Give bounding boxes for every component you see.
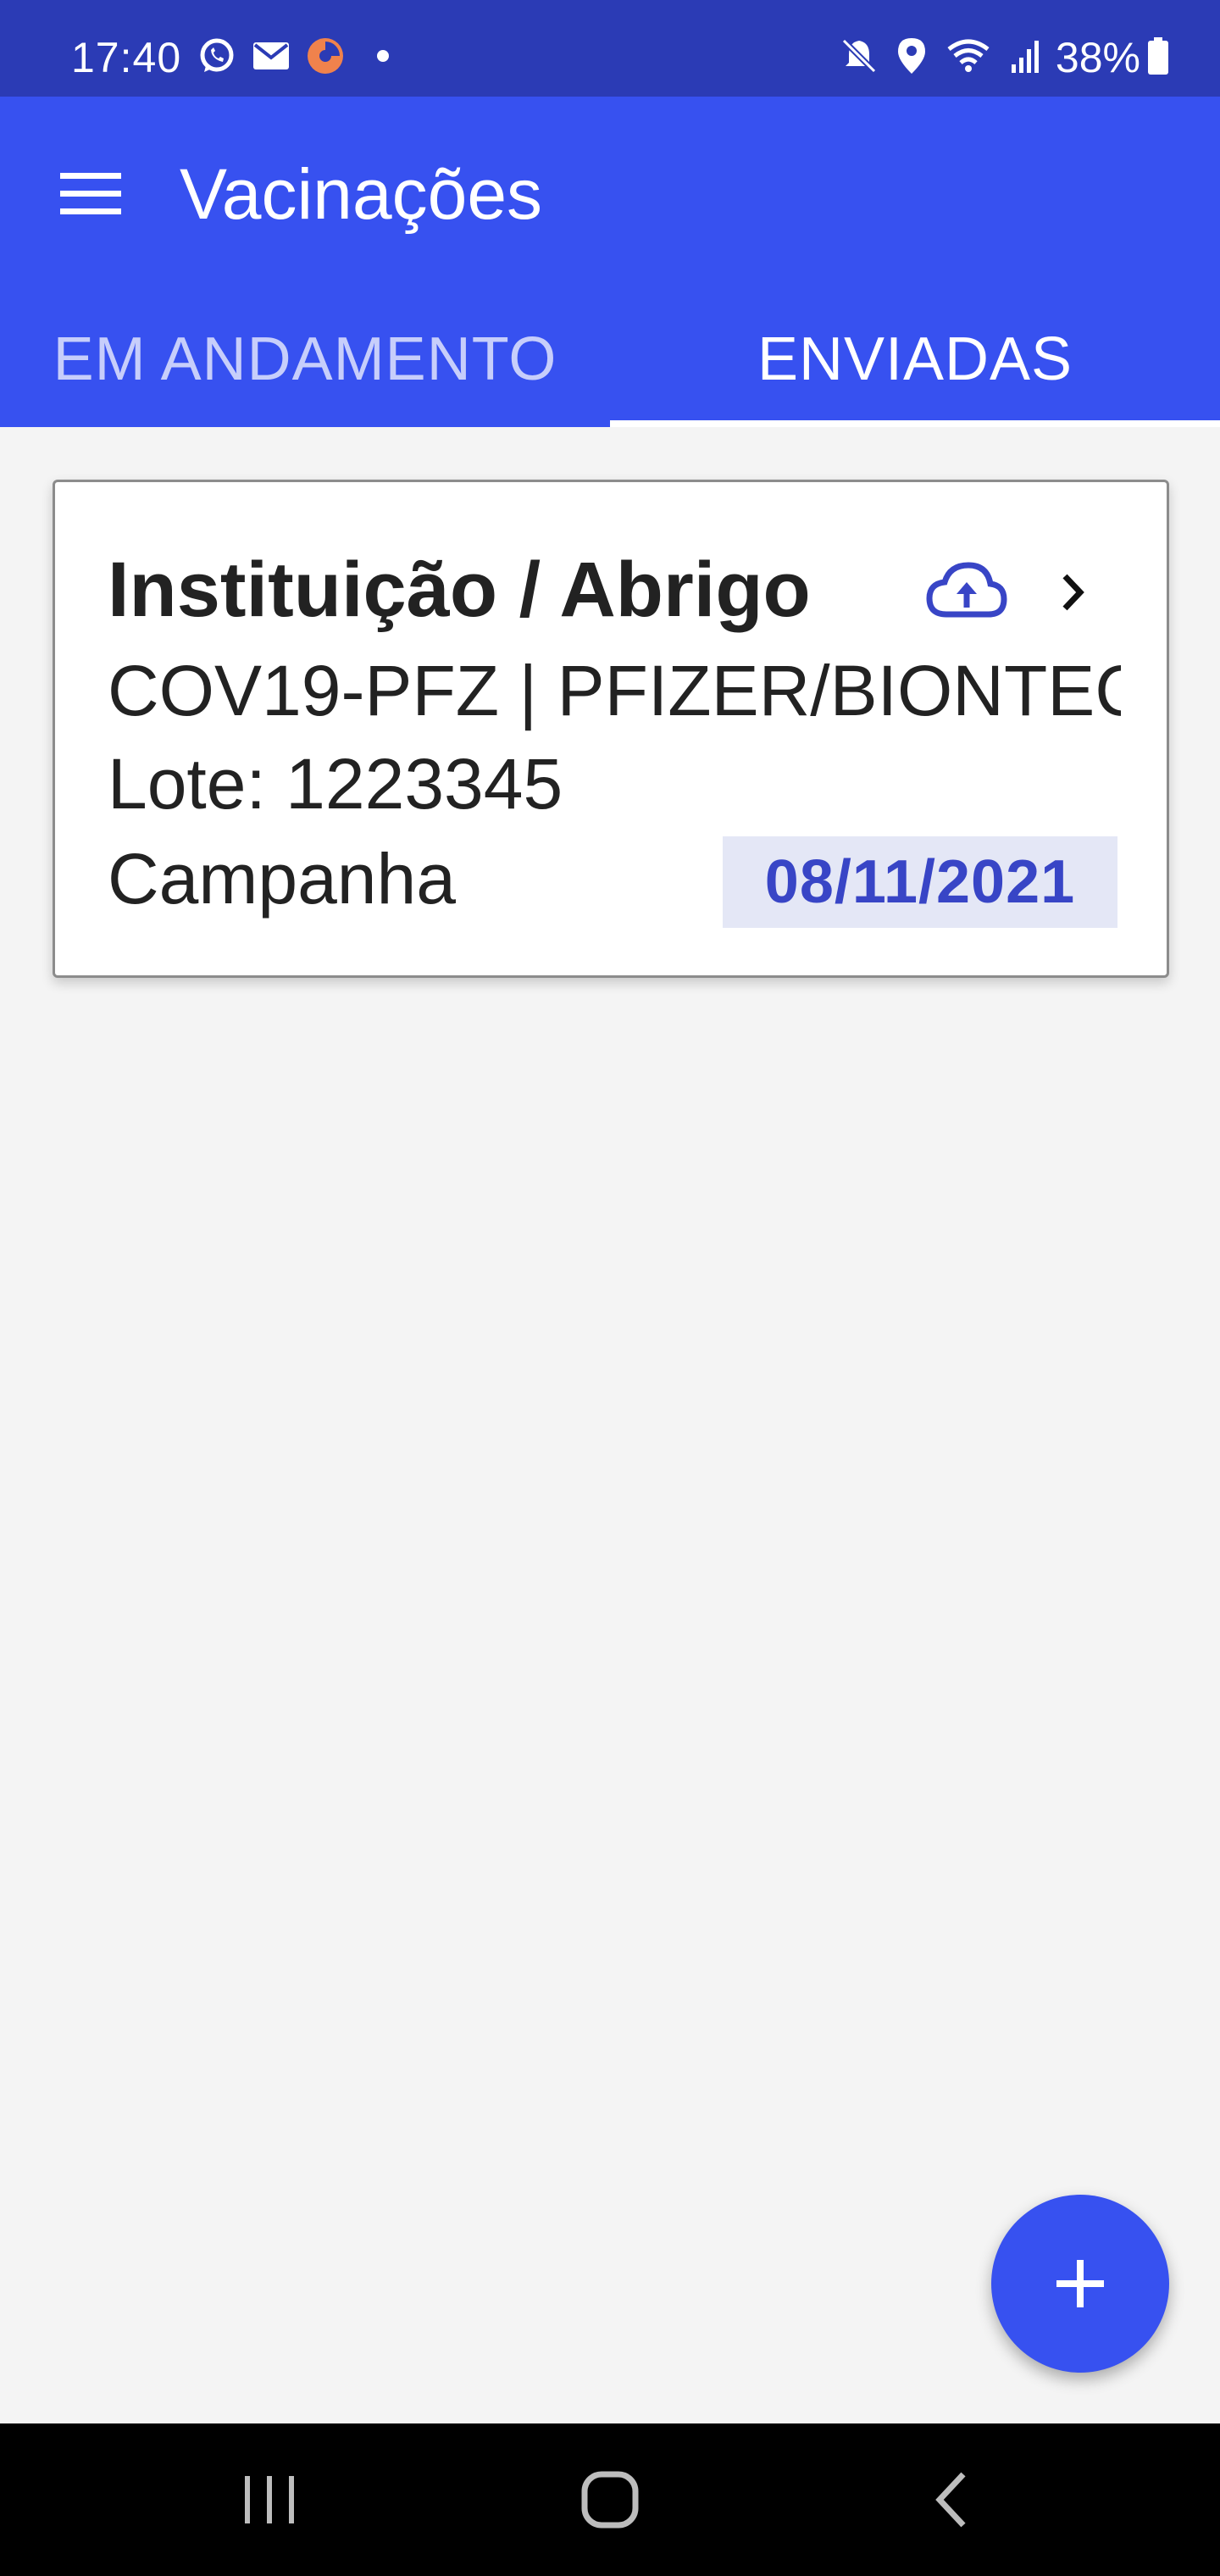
app-bar: Vacinações EM ANDAMENTO ENVIADAS <box>0 97 1220 427</box>
home-button[interactable] <box>559 2457 661 2542</box>
card-vaccine: COV19-PFZ | PFIZER/BIONTECH <box>108 651 1121 730</box>
date-badge: 08/11/2021 <box>723 836 1117 928</box>
add-button[interactable] <box>991 2195 1169 2373</box>
navigation-bar <box>0 2423 1220 2576</box>
plus-icon <box>1056 2260 1104 2307</box>
tab-indicator <box>610 420 1220 427</box>
dot-icon <box>376 49 390 67</box>
chevron-right-icon[interactable] <box>1053 563 1095 622</box>
menu-icon <box>60 173 121 214</box>
battery-icon <box>1147 36 1169 80</box>
tabs: EM ANDAMENTO ENVIADAS <box>0 291 1220 427</box>
mute-icon <box>840 37 878 79</box>
status-right: 38% <box>822 31 1169 85</box>
back-button[interactable] <box>900 2457 1001 2542</box>
status-left: 17:40 <box>71 31 390 85</box>
tab-enviadas[interactable]: ENVIADAS <box>610 291 1220 427</box>
status-bar: 17:40 38% <box>0 0 1220 97</box>
recent-apps-button[interactable] <box>219 2457 320 2542</box>
pie-chart-icon <box>305 36 346 80</box>
location-icon <box>896 36 927 80</box>
whatsapp-icon <box>197 36 237 80</box>
wifi-icon <box>946 37 991 79</box>
cloud-upload-icon[interactable] <box>924 558 1009 626</box>
card-campaign: Campanha <box>108 839 456 919</box>
recent-apps-icon <box>245 2476 294 2523</box>
menu-button[interactable] <box>53 156 129 232</box>
status-time: 17:40 <box>71 34 182 81</box>
battery-percentage: 38% <box>1055 34 1140 81</box>
page-title: Vacinações <box>180 154 543 234</box>
back-icon <box>935 2472 966 2528</box>
vaccination-card[interactable]: Instituição / Abrigo COV19-PFZ | PFIZER/… <box>53 480 1169 978</box>
signal-icon <box>1010 37 1040 79</box>
home-icon <box>581 2471 639 2529</box>
mail-icon <box>252 41 290 75</box>
card-title: Instituição / Abrigo <box>108 547 811 633</box>
tab-em-andamento[interactable]: EM ANDAMENTO <box>0 291 610 427</box>
card-lot: Lote: 1223345 <box>108 744 563 824</box>
